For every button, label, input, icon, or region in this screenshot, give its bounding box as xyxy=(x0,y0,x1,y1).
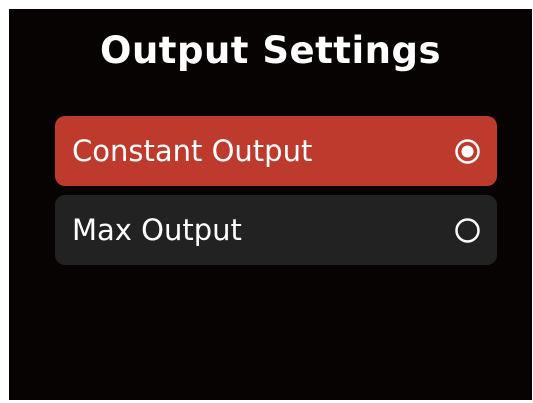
option-constant-output[interactable]: Constant Output xyxy=(55,116,497,186)
page-title: Output Settings xyxy=(99,29,442,72)
option-label: Constant Output xyxy=(72,134,313,168)
option-label: Max Output xyxy=(72,213,242,247)
option-max-output[interactable]: Max Output xyxy=(55,195,497,265)
radio-selected-icon xyxy=(454,138,481,165)
device-screen: Output Settings Constant Output Max Outp… xyxy=(9,9,532,400)
radio-unselected-icon xyxy=(454,217,481,244)
